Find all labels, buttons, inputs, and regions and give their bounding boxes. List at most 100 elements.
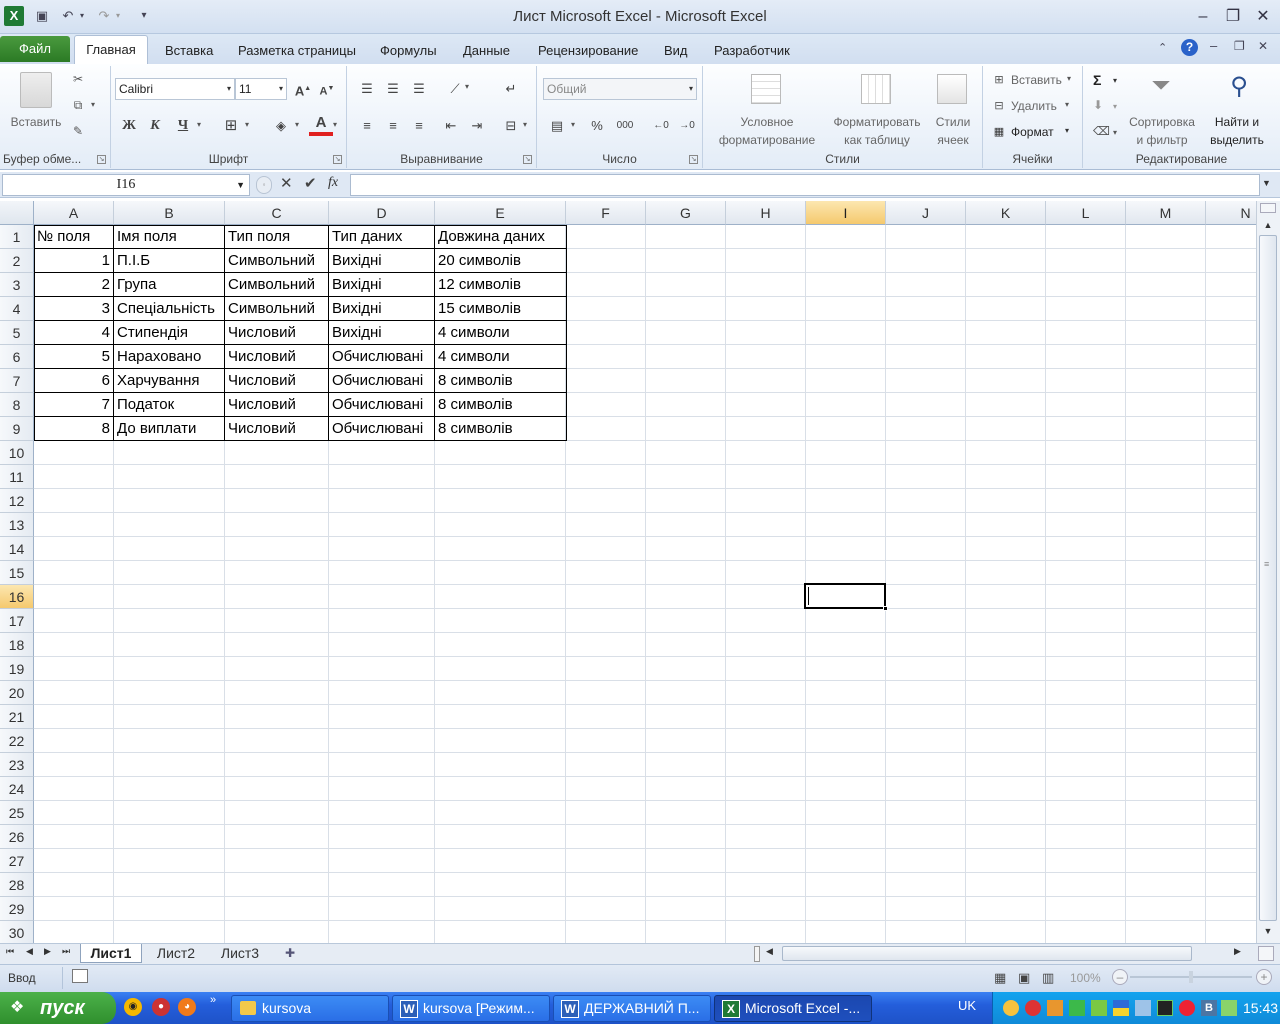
fill-icon[interactable]: ⬇ [1093,98,1103,112]
conditional-format-icon[interactable] [751,74,781,104]
clear-icon[interactable]: ⌫ [1093,124,1110,138]
tray-firefox-icon[interactable] [1047,1000,1063,1016]
taskbar-item-folder[interactable]: kursova [231,995,389,1022]
tray-record-icon[interactable] [1179,1000,1195,1016]
page-break-view-icon[interactable]: ▥ [1042,970,1054,986]
align-right-icon[interactable]: ≡ [407,115,431,137]
cell-e7[interactable]: 8 символів [435,369,565,393]
workbook-close-icon[interactable]: ✕ [1258,39,1268,53]
row-header-26[interactable]: 26 [0,825,34,849]
cell-d1[interactable]: Тип даних [329,225,434,249]
tray-vk-icon[interactable]: B [1201,1000,1217,1016]
quicklaunch-firefox-icon[interactable]: ◕ [178,998,196,1016]
cell-d7[interactable]: Обчислювані [329,369,434,393]
taskbar-item-excel[interactable]: X Microsoft Excel -... [714,995,872,1022]
decrease-indent-icon[interactable]: ⇤ [439,115,463,137]
clear-dropdown-icon[interactable]: ▾ [1113,128,1117,137]
column-header-e[interactable]: E [435,201,566,225]
name-box-dropdown-icon[interactable]: ▼ [236,175,245,195]
paste-button-label[interactable]: Вставить [4,114,68,131]
insert-function-icon[interactable]: fx [328,175,338,191]
sheet-tab-1[interactable]: Лист1 [80,944,142,963]
row-header-17[interactable]: 17 [0,609,34,633]
column-header-h[interactable]: H [726,201,806,225]
sort-filter-label-2[interactable]: и фильтр [1123,132,1201,149]
thousands-button[interactable]: 000 [613,115,637,137]
row-header-24[interactable]: 24 [0,777,34,801]
cell-d5[interactable]: Вихідні [329,321,434,345]
row-header-6[interactable]: 6 [0,345,34,369]
column-header-a[interactable]: A [34,201,114,225]
cell-d6[interactable]: Обчислювані [329,345,434,369]
tray-flag-icon[interactable] [1113,1000,1129,1016]
find-select-icon[interactable]: ⚲ [1221,72,1257,101]
column-header-j[interactable]: J [886,201,966,225]
cell-c6[interactable]: Числовий [225,345,328,369]
italic-button[interactable]: К [143,115,167,137]
scroll-up-icon[interactable]: ▲ [1260,217,1276,233]
tray-monitor-icon[interactable] [1157,1000,1173,1016]
font-name-combo[interactable]: Calibri ▾ [115,78,235,100]
row-header-21[interactable]: 21 [0,705,34,729]
cell-e6[interactable]: 4 символи [435,345,565,369]
tab-data[interactable]: Данные [461,38,512,64]
cell-d3[interactable]: Вихідні [329,273,434,297]
font-color-icon[interactable]: A [309,112,333,136]
sheet-tab-2[interactable]: Лист2 [146,944,206,963]
fill-handle[interactable] [883,606,888,611]
column-header-c[interactable]: C [225,201,329,225]
tray-download-icon[interactable] [1069,1000,1085,1016]
name-box[interactable]: I16 ▼ [2,174,250,196]
cell-c3[interactable]: Символьний [225,273,328,297]
page-layout-view-icon[interactable]: ▣ [1018,970,1030,986]
language-indicator[interactable]: UK [958,998,976,1013]
vertical-split-icon[interactable] [1260,203,1276,213]
cell-a9[interactable]: 8 [34,417,113,441]
row-header-15[interactable]: 15 [0,561,34,585]
column-header-i[interactable]: I [806,201,886,225]
zoom-in-icon[interactable]: + [1256,969,1272,985]
align-middle-icon[interactable]: ☰ [381,78,405,100]
cell-b7[interactable]: Харчування [114,369,224,393]
cell-e1[interactable]: Довжина даних [435,225,565,249]
row-header-4[interactable]: 4 [0,297,34,321]
delete-cells-button[interactable]: Удалить [1011,98,1057,115]
cell-e9[interactable]: 8 символів [435,417,565,441]
insert-cells-button[interactable]: Вставить [1011,72,1062,89]
find-select-label-2[interactable]: выделить [1201,132,1273,149]
cell-b2[interactable]: П.І.Б [114,249,224,273]
cell-a7[interactable]: 6 [34,369,113,393]
column-header-f[interactable]: F [566,201,646,225]
clipboard-launcher-icon[interactable]: ↘ [97,155,106,164]
cell-e3[interactable]: 12 символів [435,273,565,297]
cell-b1[interactable]: Імя поля [114,225,224,249]
cell-styles-icon[interactable] [937,74,967,104]
tab-view[interactable]: Вид [662,38,690,64]
column-header-d[interactable]: D [329,201,435,225]
alignment-launcher-icon[interactable]: ↘ [523,155,532,164]
font-size-combo[interactable]: 11 ▾ [235,78,287,100]
row-header-12[interactable]: 12 [0,489,34,513]
formula-input[interactable] [350,174,1260,196]
align-bottom-icon[interactable]: ☰ [407,78,431,100]
column-header-m[interactable]: M [1126,201,1206,225]
zoom-out-icon[interactable]: – [1112,969,1128,985]
column-header-b[interactable]: B [114,201,225,225]
next-sheet-icon[interactable]: ▶ [44,946,51,957]
horizontal-split-icon[interactable] [1258,946,1274,961]
row-header-5[interactable]: 5 [0,321,34,345]
row-header-13[interactable]: 13 [0,513,34,537]
cell-styles-label-2[interactable]: ячеек [927,132,979,149]
cell-c5[interactable]: Числовий [225,321,328,345]
align-left-icon[interactable]: ≡ [355,115,379,137]
format-as-table-label-2[interactable]: как таблицу [827,132,927,149]
copy-icon[interactable]: ⧉ [70,98,86,113]
restore-icon[interactable]: ❐ [1220,6,1246,28]
cell-e4[interactable]: 15 символів [435,297,565,321]
row-header-2[interactable]: 2 [0,249,34,273]
autosum-dropdown-icon[interactable]: ▾ [1113,76,1117,85]
cell-c1[interactable]: Тип поля [225,225,328,249]
workbook-restore-icon[interactable]: ❐ [1234,39,1245,53]
tab-file[interactable]: Файл [0,36,70,62]
grow-font-icon[interactable]: A▲ [291,78,315,100]
